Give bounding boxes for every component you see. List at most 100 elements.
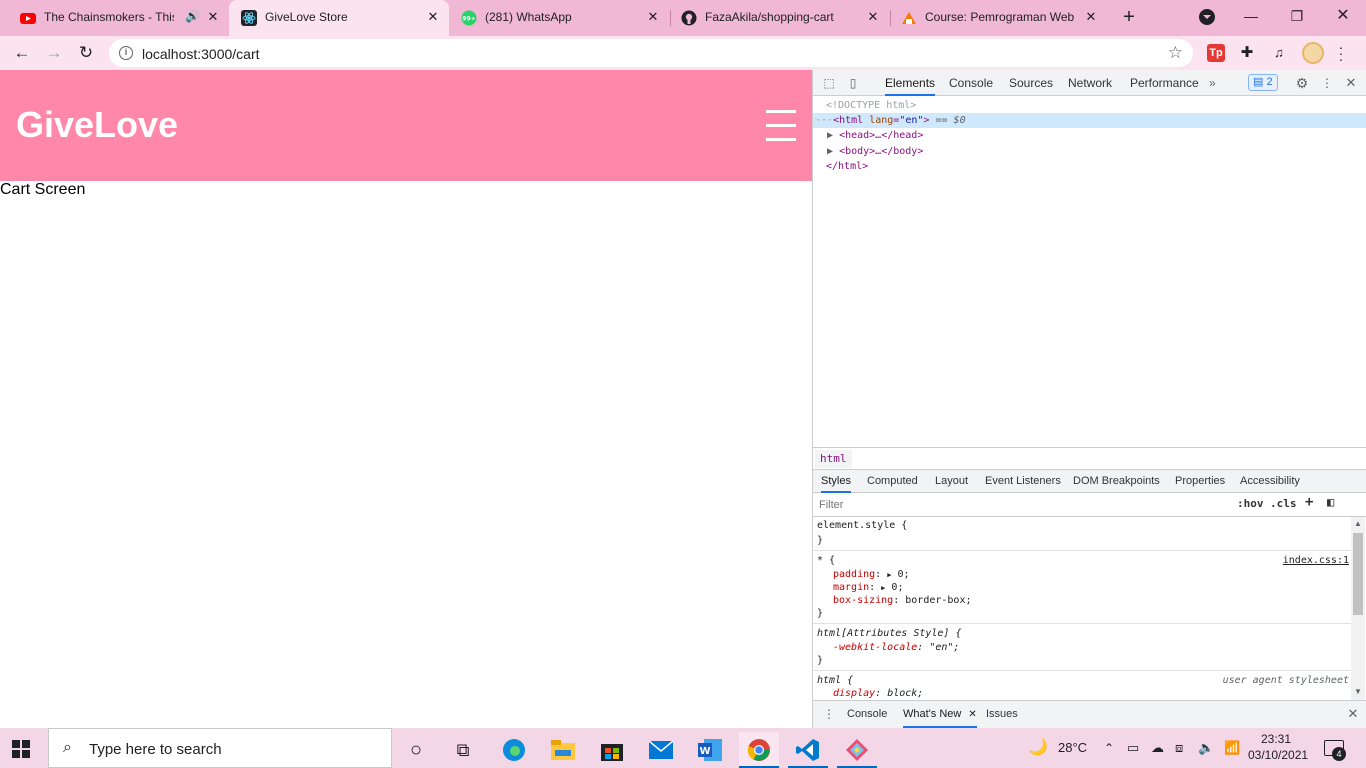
url-text[interactable]: localhost:3000/cart xyxy=(142,46,260,62)
extensions-puzzle-icon[interactable]: ✚ xyxy=(1238,44,1256,62)
edge-browser-icon[interactable] xyxy=(494,732,534,768)
cls-toggle[interactable]: .cls xyxy=(1270,497,1297,510)
scroll-up-icon[interactable]: ▲ xyxy=(1354,519,1362,528)
element-style-selector[interactable]: element.style { xyxy=(817,519,907,532)
subtab-styles[interactable]: Styles xyxy=(821,470,851,493)
display-declaration[interactable]: display: block; xyxy=(833,687,923,700)
weather-moon-icon[interactable]: 🌙 xyxy=(1028,728,1048,768)
locale-declaration[interactable]: -webkit-locale: "en"; xyxy=(833,641,959,654)
more-tabs-icon[interactable]: » xyxy=(1209,70,1216,96)
settings-gear-icon[interactable]: ⚙ xyxy=(1294,75,1310,91)
tab-youtube[interactable]: The Chainsmokers - This 🔊 ✕ xyxy=(0,0,228,34)
expand-arrow-icon[interactable]: ▶ xyxy=(813,130,833,141)
wifi-icon[interactable]: 📶 xyxy=(1224,728,1240,768)
drawer-tab-console[interactable]: Console xyxy=(847,701,887,728)
close-drawer-tab-icon[interactable]: ✕ xyxy=(968,709,976,720)
subtab-layout[interactable]: Layout xyxy=(935,470,968,493)
close-tab-icon[interactable]: ✕ xyxy=(425,9,441,25)
tab-search-icon[interactable] xyxy=(1199,9,1215,25)
tab-github[interactable]: FazaAkila/shopping-cart ✕ xyxy=(669,0,889,34)
margin-declaration[interactable]: margin: ▶ 0; xyxy=(833,581,903,594)
scrollbar-thumb[interactable] xyxy=(1353,533,1363,615)
brand-logo[interactable]: GiveLove xyxy=(16,104,178,146)
hov-toggle[interactable]: :hov xyxy=(1237,497,1264,510)
taskbar-search-box[interactable]: ⌕ Type here to search xyxy=(48,728,392,768)
close-window-button[interactable]: ✕ xyxy=(1320,0,1366,32)
show-hidden-icons-icon[interactable]: ⌃ xyxy=(1104,728,1114,768)
meet-now-icon[interactable]: ⧈ xyxy=(1175,728,1183,768)
subtab-computed[interactable]: Computed xyxy=(867,470,918,493)
devtools-menu-icon[interactable]: ⋮ xyxy=(1319,75,1335,91)
reload-button[interactable]: ↻ xyxy=(74,41,98,65)
mail-icon[interactable] xyxy=(641,732,681,768)
tab-sources[interactable]: Sources xyxy=(1009,70,1053,96)
close-tab-icon[interactable]: ✕ xyxy=(205,9,221,25)
close-tab-icon[interactable]: ✕ xyxy=(645,9,661,25)
drawer-tab-whats-new[interactable]: What's New ✕ xyxy=(903,701,977,728)
tab-course[interactable]: Course: Pemrograman Web d ✕ xyxy=(889,0,1109,34)
onedrive-icon[interactable]: ☁ xyxy=(1151,728,1164,768)
volume-icon[interactable]: 🔈 xyxy=(1198,728,1214,768)
dom-body-node[interactable]: ▶ <body>…</body> xyxy=(813,144,1366,159)
tab-whatsapp[interactable]: 99+ (281) WhatsApp ✕ xyxy=(449,0,669,34)
word-icon[interactable]: W xyxy=(690,732,730,768)
dom-head-node[interactable]: ▶ <head>…</head> xyxy=(813,128,1366,143)
subtab-dom-breakpoints[interactable]: DOM Breakpoints xyxy=(1073,470,1160,493)
close-tab-icon[interactable]: ✕ xyxy=(865,9,881,25)
box-sizing-declaration[interactable]: box-sizing: border-box; xyxy=(833,594,972,607)
vscode-icon[interactable] xyxy=(788,732,828,768)
address-bar[interactable]: i localhost:3000/cart ☆ xyxy=(109,39,1193,67)
toggle-sidebar-icon[interactable]: ◧ xyxy=(1327,495,1334,509)
padding-declaration[interactable]: padding: ▶ 0; xyxy=(833,568,910,581)
app-diamond-icon[interactable] xyxy=(837,732,877,768)
bookmark-star-icon[interactable]: ☆ xyxy=(1168,43,1183,63)
cortana-icon[interactable]: ○ xyxy=(396,732,436,768)
close-devtools-icon[interactable]: ✕ xyxy=(1343,75,1359,91)
back-button[interactable]: ← xyxy=(10,41,34,65)
subtab-properties[interactable]: Properties xyxy=(1175,470,1225,493)
chrome-icon[interactable] xyxy=(739,732,779,768)
tab-network[interactable]: Network xyxy=(1068,70,1112,96)
browser-menu-icon[interactable]: · · · xyxy=(1338,40,1344,66)
inspect-element-icon[interactable]: ⬚ xyxy=(821,75,837,91)
site-info-icon[interactable]: i xyxy=(119,46,133,60)
styles-scrollbar[interactable]: ▲ ▼ xyxy=(1351,517,1365,700)
tab-console[interactable]: Console xyxy=(949,70,993,96)
issues-badge[interactable]: ▤ 2 xyxy=(1248,74,1278,91)
tp-extension-icon[interactable]: Tp xyxy=(1207,44,1225,62)
html-selector[interactable]: html { xyxy=(817,674,853,687)
tab-givelove-store[interactable]: GiveLove Store ✕ xyxy=(229,0,449,36)
restore-button[interactable]: ❐ xyxy=(1274,0,1320,32)
universal-selector[interactable]: * { xyxy=(817,554,835,567)
new-tab-button[interactable]: + xyxy=(1118,7,1140,29)
device-toolbar-icon[interactable]: ▯ xyxy=(845,75,861,91)
media-control-icon[interactable]: ♫ xyxy=(1270,44,1288,62)
expand-arrow-icon[interactable]: ▶ xyxy=(813,146,833,157)
profile-avatar[interactable] xyxy=(1302,42,1324,64)
subtab-accessibility[interactable]: Accessibility xyxy=(1240,470,1300,493)
styles-filter-input[interactable] xyxy=(817,496,1227,514)
tab-elements[interactable]: Elements xyxy=(885,70,936,96)
tab-performance[interactable]: Performance xyxy=(1130,70,1199,96)
new-style-rule-icon[interactable]: + xyxy=(1305,494,1313,510)
weather-temperature[interactable]: 28°C xyxy=(1058,728,1087,768)
battery-icon[interactable]: ▭ xyxy=(1127,728,1139,768)
dom-html-node[interactable]: ···<html lang="en"> == $0 xyxy=(813,113,1366,128)
scroll-down-icon[interactable]: ▼ xyxy=(1354,687,1362,696)
windows-start-icon[interactable] xyxy=(12,740,30,758)
audio-playing-icon[interactable]: 🔊 xyxy=(185,9,200,23)
rule-source-link[interactable]: index.css:1 xyxy=(1283,554,1349,567)
attr-style-selector[interactable]: html[Attributes Style] { xyxy=(817,627,962,640)
microsoft-store-icon[interactable] xyxy=(592,732,632,768)
minimize-button[interactable]: — xyxy=(1228,0,1274,32)
drawer-tab-issues[interactable]: Issues xyxy=(986,701,1018,728)
dom-doctype[interactable]: <!DOCTYPE html> xyxy=(813,98,1366,113)
breadcrumb-html[interactable]: html xyxy=(815,450,852,468)
close-drawer-icon[interactable]: ✕ xyxy=(1345,706,1361,722)
system-clock[interactable]: 23:31 03/10/2021 xyxy=(1248,731,1308,763)
subtab-event-listeners[interactable]: Event Listeners xyxy=(985,470,1061,493)
file-explorer-icon[interactable] xyxy=(543,732,583,768)
close-tab-icon[interactable]: ✕ xyxy=(1083,9,1099,25)
task-view-icon[interactable]: ⧉ xyxy=(443,732,483,768)
drawer-menu-icon[interactable]: ⋮ xyxy=(821,706,837,722)
